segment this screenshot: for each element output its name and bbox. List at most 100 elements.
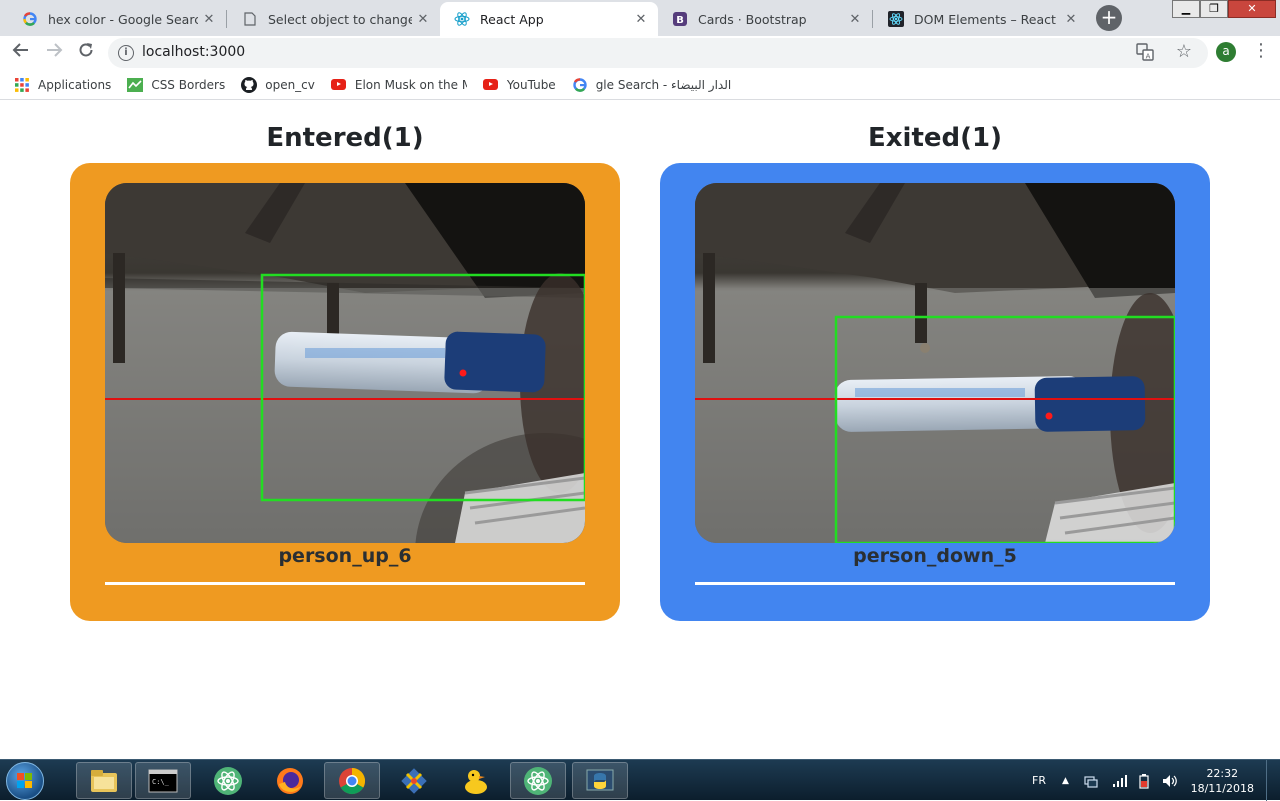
menu-icon[interactable]: ⋮ (1252, 40, 1270, 61)
bookmark-star-icon[interactable]: ☆ (1176, 41, 1192, 62)
tab-title: DOM Elements – React (914, 11, 1056, 27)
react-icon (454, 11, 470, 27)
signal-strength-icon[interactable] (1112, 760, 1128, 801)
close-icon[interactable]: ✕ (1060, 12, 1082, 27)
python-icon (586, 769, 614, 790)
address-bar[interactable]: i localhost:3000 A ☆ (108, 38, 1208, 68)
taskbar-python[interactable] (572, 762, 628, 799)
tab-react-app[interactable]: React App ✕ (440, 2, 658, 36)
chrome-icon (339, 767, 366, 794)
svg-text:B: B (676, 15, 684, 26)
system-clock[interactable]: 22:32 18/11/2018 (1191, 766, 1254, 796)
bookmark-label: Elon Musk on the Me (354, 77, 467, 92)
tab-dom-elements[interactable]: DOM Elements – React ✕ (874, 2, 1088, 36)
avatar[interactable]: a (1216, 42, 1236, 62)
bookmark-css-borders[interactable]: CSS Borders (127, 77, 225, 93)
taskbar-explorer[interactable] (76, 762, 132, 799)
page-icon (242, 11, 258, 27)
reload-button[interactable] (74, 41, 98, 65)
volume-tray-icon[interactable] (1162, 760, 1178, 801)
tab-hex-color[interactable]: hex color - Google Search ✕ (8, 2, 226, 36)
camera-frame-image (695, 183, 1175, 543)
close-icon[interactable]: ✕ (198, 12, 220, 27)
firefox-icon (277, 767, 303, 794)
entered-camera-snapshot (105, 183, 585, 543)
minimize-button[interactable]: ▁ (1172, 0, 1200, 18)
close-icon[interactable]: ✕ (630, 12, 652, 27)
tab-title: Cards · Bootstrap (698, 11, 807, 27)
bookmark-youtube[interactable]: YouTube (483, 77, 556, 93)
centroid-dot (459, 369, 467, 377)
atom-icon (214, 766, 242, 795)
window-close-button[interactable]: ✕ (1228, 0, 1276, 18)
git-icon (401, 767, 427, 794)
url-text[interactable]: localhost:3000 (142, 44, 245, 60)
taskbar-cmd[interactable]: C:\_ (135, 762, 191, 799)
bookmark-open-cv[interactable]: open_cv (241, 76, 315, 93)
apps-grid-icon (14, 77, 30, 93)
bookmark-applications[interactable]: Applications (14, 77, 111, 93)
google-icon (22, 11, 38, 27)
power-tray-icon[interactable] (1138, 760, 1150, 801)
tab-strip: hex color - Google Search ✕ Select objec… (0, 0, 1280, 36)
back-button[interactable] (9, 41, 33, 65)
bookmark-label: gle Search - الدار البيضاء (595, 77, 732, 92)
bootstrap-icon: B (672, 11, 688, 27)
taskbar-git[interactable] (386, 762, 442, 799)
centroid-dot (1045, 412, 1053, 420)
close-icon[interactable]: ✕ (844, 12, 866, 27)
tab-cards-bootstrap[interactable]: B Cards · Bootstrap ✕ (658, 2, 872, 36)
network-tray-icon[interactable] (1084, 760, 1098, 801)
browser-toolbar: i localhost:3000 A ☆ a ⋮ (0, 36, 1280, 70)
tab-title: React App (480, 11, 544, 27)
taskbar-firefox[interactable] (262, 762, 318, 799)
reload-icon (79, 43, 93, 57)
taskbar-chrome[interactable] (324, 762, 380, 799)
tab-select-object[interactable]: Select object to change | Dja ✕ (228, 2, 440, 36)
exited-heading: Exited(1) (868, 123, 1002, 153)
windows-taskbar: C:\_ FR ▲ 22:32 18/11/2018 (0, 759, 1280, 801)
entered-heading: Entered(1) (266, 123, 424, 153)
show-hidden-icons-button[interactable]: ▲ (1062, 760, 1069, 801)
language-indicator[interactable]: FR (1032, 760, 1046, 801)
new-tab-button[interactable]: + (1096, 5, 1122, 31)
forward-button[interactable] (42, 41, 66, 65)
exited-camera-snapshot (695, 183, 1175, 543)
taskbar-atom[interactable] (200, 762, 256, 799)
card-divider (695, 582, 1175, 585)
forward-arrow-icon (47, 43, 63, 57)
atom-icon (524, 766, 552, 795)
windows-logo-icon (17, 773, 33, 789)
bookmark-google-search[interactable]: gle Search - الدار البيضاء (572, 77, 732, 93)
bookmark-label: YouTube (506, 77, 556, 92)
taskbar-duck[interactable] (448, 762, 504, 799)
window-controls: ▁ ❐ ✕ (1172, 0, 1276, 18)
exited-card: person_down_5 (660, 163, 1210, 621)
duck-icon (465, 769, 487, 794)
show-desktop-button[interactable] (1266, 760, 1280, 801)
restore-button[interactable]: ❐ (1200, 0, 1228, 18)
svg-text:C:\_: C:\_ (152, 778, 170, 786)
css-borders-icon (127, 77, 144, 93)
taskbar-atom-2[interactable] (510, 762, 566, 799)
tab-title: Select object to change | Dja (268, 11, 412, 27)
exited-object-label: person_down_5 (853, 545, 1017, 567)
tab-divider (872, 10, 873, 28)
close-icon[interactable]: ✕ (412, 12, 434, 27)
command-prompt-icon: C:\_ (148, 769, 178, 792)
camera-frame-image (105, 183, 585, 543)
translate-icon[interactable]: A (1136, 43, 1154, 65)
bookmark-label: CSS Borders (151, 77, 226, 92)
clock-date: 18/11/2018 (1190, 782, 1254, 795)
tab-divider (226, 10, 227, 28)
youtube-icon (331, 77, 347, 93)
windows-explorer-icon (91, 769, 117, 792)
bookmark-label: Applications (38, 77, 112, 92)
bookmark-elon-musk[interactable]: Elon Musk on the Me (331, 77, 467, 93)
page-content: Entered(1) person_up_6 Exited(1) person_… (0, 101, 1280, 759)
entered-object-label: person_up_6 (278, 545, 412, 567)
info-icon[interactable]: i (118, 45, 134, 61)
github-icon (241, 76, 258, 93)
bookmarks-bar: Applications CSS Borders open_cv Elon Mu… (0, 70, 1280, 100)
start-button[interactable] (6, 762, 44, 800)
